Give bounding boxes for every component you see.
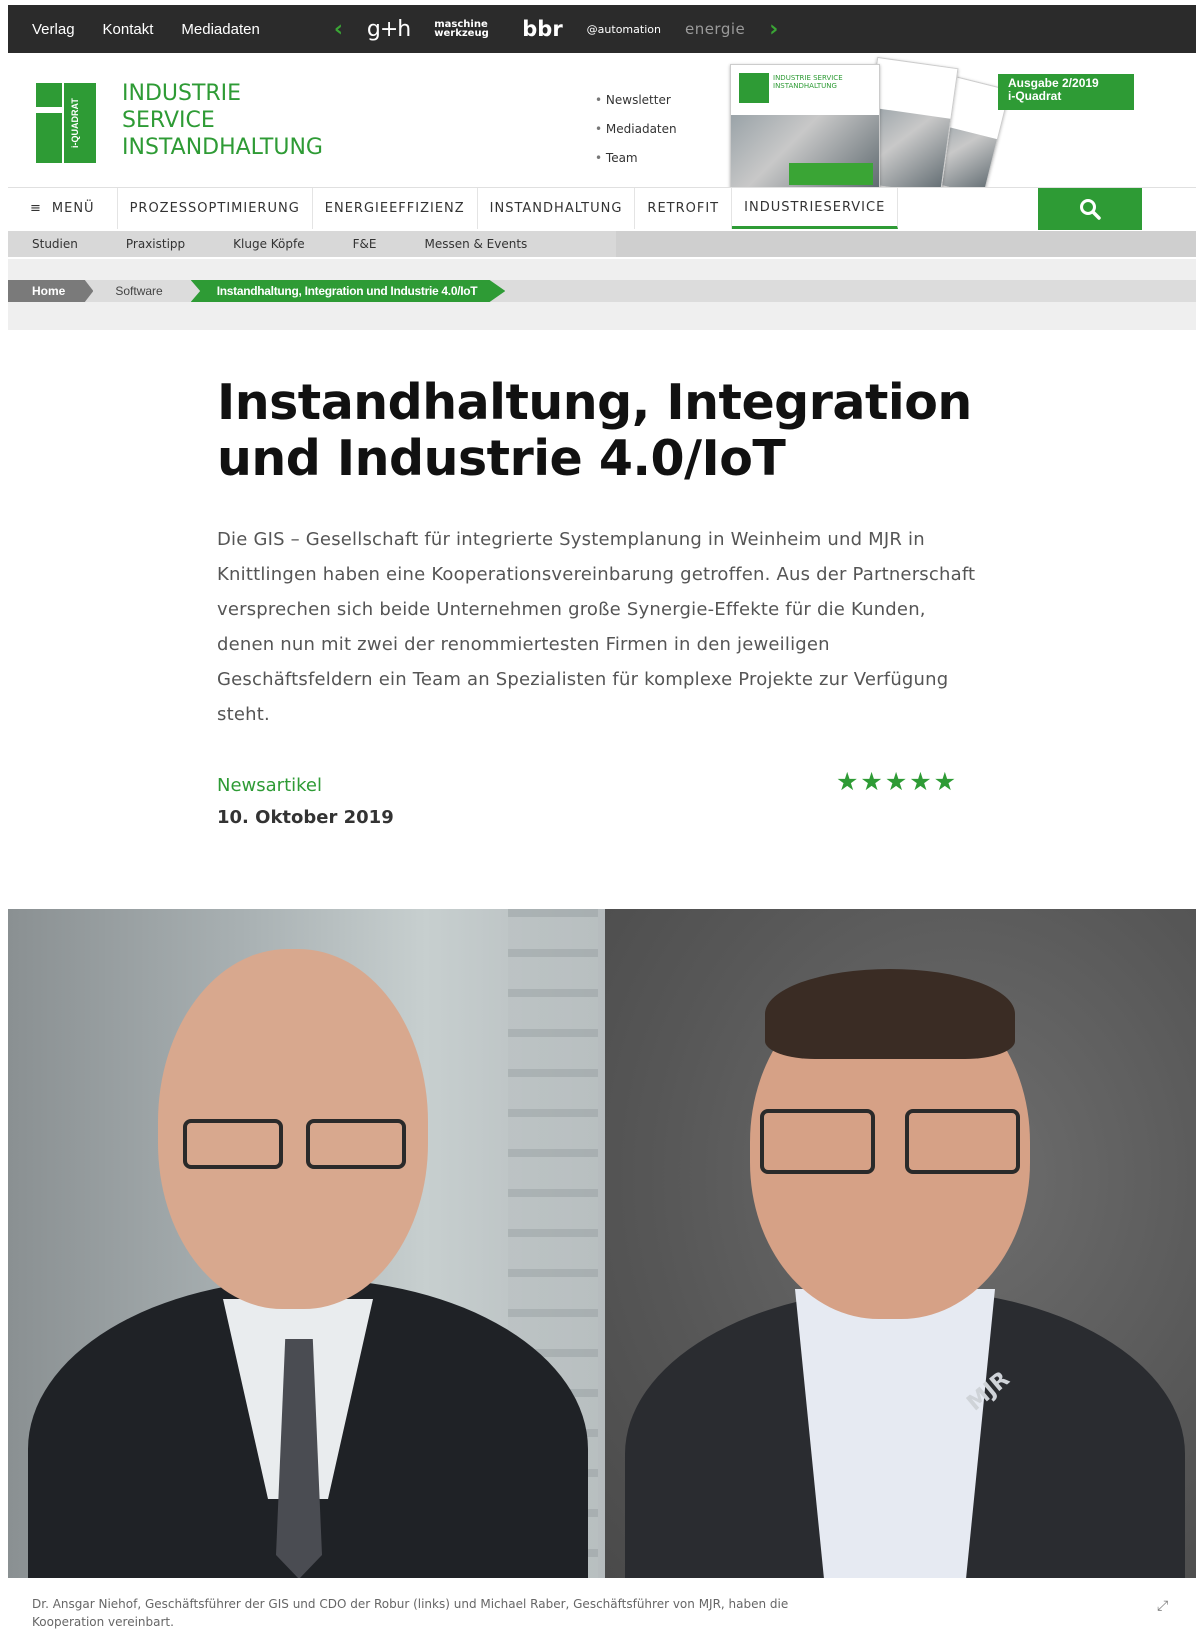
menu-icon: ≡ — [30, 201, 42, 216]
main-nav: ≡ MENÜ PROZESSOPTIMIERUNG ENERGIEEFFIZIE… — [8, 187, 1196, 230]
expand-icon[interactable]: ⤢ — [1157, 1598, 1168, 1614]
photo-person-right: MJR — [605, 909, 1196, 1578]
article-title: Instandhaltung, Integration und Industri… — [217, 374, 972, 487]
chevron-right-icon[interactable]: › — [769, 17, 778, 42]
breadcrumb: Home Software Instandhaltung, Integratio… — [8, 280, 1196, 302]
cover-band — [789, 163, 873, 185]
breadcrumb-current: Instandhaltung, Integration und Industri… — [190, 280, 506, 302]
nav-item-instandhaltung[interactable]: INSTANDHALTUNG — [478, 188, 636, 229]
nav-item-prozessoptimierung[interactable]: PROZESSOPTIMIERUNG — [118, 188, 313, 229]
subnav-filler — [616, 231, 1196, 257]
brand-logo-energie[interactable]: energie — [685, 20, 745, 38]
logo-line-2: SERVICE — [122, 108, 215, 133]
glasses-right-l — [760, 1109, 875, 1174]
brand-logo-automation[interactable]: @automation — [587, 23, 661, 36]
subnav-item-kluge-koepfe[interactable]: Kluge Köpfe — [209, 237, 328, 251]
hair-right — [765, 969, 1015, 1059]
site-logo-text[interactable]: INDUSTRIE SERVICE INSTANDHALTUNG — [122, 80, 323, 161]
subnav-item-studien[interactable]: Studien — [8, 237, 102, 251]
subnav-item-fue[interactable]: F&E — [329, 237, 401, 251]
top-link-mediadaten[interactable]: Mediadaten — [181, 21, 259, 38]
glasses-left-l — [183, 1119, 283, 1169]
logo-dot — [36, 83, 62, 107]
search-button[interactable] — [1038, 188, 1142, 230]
logo-line-1: INDUSTRIE — [122, 81, 242, 106]
subnav-item-praxistipp[interactable]: Praxistipp — [102, 237, 209, 251]
article-lead: Die GIS – Gesellschaft für integrierte S… — [217, 529, 976, 725]
nav-item-energieeffizienz[interactable]: ENERGIEEFFIZIENZ — [313, 188, 478, 229]
header-link-newsletter[interactable]: Newsletter — [595, 86, 677, 115]
rating-stars[interactable]: ★★★★★ — [836, 767, 958, 796]
header-link-team[interactable]: Team — [595, 144, 677, 173]
top-link-kontakt[interactable]: Kontakt — [103, 21, 154, 38]
header-links: Newsletter Mediadaten Team — [595, 86, 677, 173]
brand-logo-maschine-werkzeug[interactable]: maschine werkzeug — [434, 20, 498, 39]
article-date: 10. Oktober 2019 — [217, 807, 394, 828]
nav-item-industrieservice[interactable]: INDUSTRIESERVICE — [732, 188, 899, 229]
logo-line-3: INSTANDHALTUNG — [122, 135, 323, 160]
nav-item-retrofit[interactable]: RETROFIT — [635, 188, 733, 229]
header-link-mediadaten[interactable]: Mediadaten — [595, 115, 677, 144]
top-link-verlag[interactable]: Verlag — [32, 21, 75, 38]
article-category[interactable]: Newsartikel — [217, 775, 322, 796]
photo-caption: Dr. Ansgar Niehof, Geschäftsführer der G… — [32, 1597, 789, 1629]
menu-label: MENÜ — [51, 201, 95, 216]
brand-carousel: ‹ g+h maschine werkzeug bbr @automation … — [334, 17, 779, 42]
brand-logo-gh[interactable]: g+h — [367, 17, 411, 42]
subnav-item-messen-events[interactable]: Messen & Events — [400, 237, 551, 251]
article-photo: MJR — [8, 909, 1196, 1578]
logo-bar — [36, 113, 62, 163]
top-bar: Verlag Kontakt Mediadaten ‹ g+h maschine… — [8, 5, 1196, 53]
site-logo-mark[interactable]: i-QUADRAT — [36, 83, 96, 163]
brand-logo-bbr[interactable]: bbr — [522, 17, 562, 41]
magazine-covers[interactable]: INDUSTRIE SERVICE INSTANDHALTUNG — [730, 56, 1011, 197]
logo-vertical-text: i-QUADRAT — [70, 98, 80, 148]
shirt-right — [795, 1289, 995, 1578]
cover-title: INDUSTRIE SERVICE INSTANDHALTUNG — [773, 74, 843, 90]
breadcrumb-home[interactable]: Home — [8, 280, 94, 302]
site-header: i-QUADRAT INDUSTRIE SERVICE INSTANDHALTU… — [8, 53, 1196, 197]
magazine-cover-1: INDUSTRIE SERVICE INSTANDHALTUNG — [730, 64, 880, 190]
top-links: Verlag Kontakt Mediadaten — [8, 21, 260, 38]
issue-badge[interactable]: Ausgabe 2/2019 i-Quadrat — [998, 74, 1134, 110]
glasses-left-r — [306, 1119, 406, 1169]
menu-button[interactable]: ≡ MENÜ — [8, 188, 118, 229]
breadcrumb-area: Home Software Instandhaltung, Integratio… — [8, 259, 1196, 330]
cover-logo — [739, 73, 769, 103]
photo-person-left — [8, 909, 605, 1578]
issue-line-2: i-Quadrat — [1008, 89, 1062, 103]
breadcrumb-software[interactable]: Software — [93, 280, 190, 302]
sub-nav: Studien Praxistipp Kluge Köpfe F&E Messe… — [8, 231, 1196, 257]
glasses-right-r — [905, 1109, 1020, 1174]
chevron-left-icon[interactable]: ‹ — [334, 17, 343, 42]
search-icon — [1080, 199, 1101, 220]
